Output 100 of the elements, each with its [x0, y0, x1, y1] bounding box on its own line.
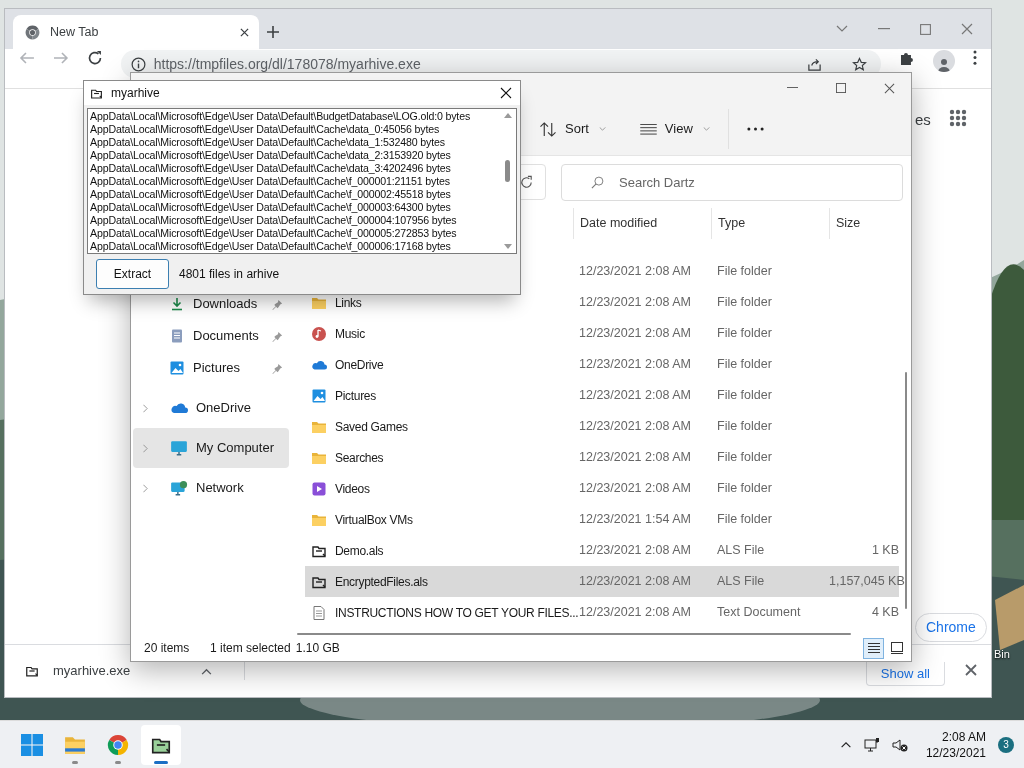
more-icon	[746, 127, 764, 131]
nav-item[interactable]: Pictures	[133, 352, 289, 384]
file-name: INSTRUCTIONS HOW TO GET YOUR FILES...	[335, 604, 579, 622]
file-row[interactable]: Music 12/23/2021 2:08 AM File folder	[305, 318, 899, 349]
file-name: Searches	[335, 449, 384, 467]
type-cell-text: File folder	[716, 263, 773, 281]
search-field[interactable]: Search Dartz	[561, 163, 903, 201]
nav-item[interactable]: My Computer	[133, 428, 289, 468]
network-icon	[170, 479, 188, 497]
star-icon	[852, 56, 868, 72]
nav-item[interactable]: Documents	[133, 320, 289, 352]
chrome-logo-icon	[25, 24, 40, 40]
type-cell-text: File folder	[716, 356, 773, 374]
close-icon	[240, 27, 249, 37]
clock-time[interactable]: 2:08 AM	[941, 728, 986, 745]
picture-icon	[169, 360, 185, 376]
minimize-icon	[787, 87, 798, 89]
video-icon	[311, 480, 327, 497]
monitor-icon	[170, 439, 188, 457]
file-name: OneDrive	[335, 356, 384, 374]
file-row[interactable]: OneDrive 12/23/2021 2:08 AM File folder	[305, 349, 899, 380]
refresh-icon	[518, 174, 534, 190]
picture-icon	[311, 387, 327, 404]
list-item[interactable]: AppData\Local\Microsoft\Edge\User Data\Default\Cache\data_3:4202496 bytes	[90, 162, 499, 175]
toolbar-button[interactable]: View	[631, 112, 718, 146]
list-item[interactable]: AppData\Local\Microsoft\Edge\User Data\Default\Cache\f_000003:64300 bytes	[90, 201, 499, 214]
reload-icon	[86, 50, 103, 66]
toolbar-button[interactable]: Sort	[531, 112, 614, 146]
page-text: es	[915, 110, 931, 130]
list-item[interactable]: AppData\Local\Microsoft\Edge\User Data\Default\Cache\f_000006:17168 bytes	[90, 240, 499, 253]
chevron-down-icon	[598, 127, 606, 131]
nav-item[interactable]: Network	[133, 468, 289, 508]
desktop-icon-label[interactable]: Bin	[994, 646, 1010, 663]
details-view-icon	[867, 643, 880, 653]
column-header[interactable]: Size	[829, 208, 899, 239]
file-name: VirtualBox VMs	[335, 511, 413, 529]
type-cell-text: File folder	[716, 511, 773, 529]
file-row[interactable]: Links 12/23/2021 2:08 AM File folder	[305, 287, 899, 318]
date-cell-text: 12/23/2021 2:08 AM	[578, 449, 692, 467]
apps-grid-icon	[949, 109, 967, 127]
list-item[interactable]: AppData\Local\Microsoft\Edge\User Data\Default\Cache\data_2:3153920 bytes	[90, 149, 499, 162]
tiles-view-icon	[890, 642, 903, 654]
nav-item[interactable]: OneDrive	[133, 388, 289, 428]
forward-icon	[52, 50, 69, 66]
show-all-button[interactable]: Show all	[865, 662, 945, 686]
close-icon	[884, 82, 895, 94]
date-cell-text: 12/23/2021 2:08 AM	[578, 263, 692, 281]
list-item[interactable]: AppData\Local\Microsoft\Edge\User Data\Default\Cache\f_000005:272853 bytes	[90, 227, 499, 240]
type-cell-text: Text Document	[716, 604, 802, 622]
chevron-down-icon	[702, 127, 710, 131]
date-cell-text: 12/23/2021 2:08 AM	[578, 325, 692, 343]
file-row[interactable]: Videos 12/23/2021 2:08 AM File folder	[305, 473, 899, 504]
size-cell: 1 KB	[871, 543, 899, 558]
file-listbox[interactable]	[87, 108, 517, 254]
windows-logo-icon	[21, 733, 43, 756]
size-cell: 4 KB	[871, 605, 899, 620]
share-icon	[807, 56, 823, 72]
file-name: Links	[335, 294, 362, 312]
date-cell-text: 12/23/2021 2:08 AM	[578, 480, 692, 498]
column-header[interactable]: Type	[711, 208, 829, 239]
extract-button[interactable]: Extract	[96, 259, 169, 289]
type-cell-text: File folder	[716, 294, 773, 312]
close-icon	[961, 23, 973, 35]
chrome-logo-icon	[107, 733, 129, 756]
list-item[interactable]: AppData\Local\Microsoft\Edge\User Data\Default\Cache\f_000001:21151 bytes	[90, 175, 499, 188]
file-row[interactable]: Demo.als 12/23/2021 2:08 AM ALS File 1 KB	[305, 535, 899, 566]
view-mode-button[interactable]	[863, 637, 884, 659]
chevron-up-icon	[839, 741, 852, 748]
list-item[interactable]: AppData\Local\Microsoft\Edge\User Data\Default\Cache\data_1:532480 bytes	[90, 136, 499, 149]
file-row[interactable]: INSTRUCTIONS HOW TO GET YOUR FILES...12/23/2021 2:08 AM Text Document 4 KB	[305, 597, 899, 628]
date-cell-text: 12/23/2021 2:08 AM	[578, 573, 692, 591]
taskbar-button[interactable]	[141, 724, 181, 765]
date-cell-text: 12/23/2021 2:08 AM	[578, 418, 692, 436]
file-row[interactable]: VirtualBox VMs 12/23/2021 1:54 AM File folder	[305, 504, 899, 535]
browser-tab[interactable]: New Tab	[13, 15, 259, 49]
scroll-down-icon	[503, 244, 512, 249]
scroll-thumb[interactable]	[505, 160, 510, 182]
document-icon	[311, 604, 327, 621]
profile-avatar[interactable]	[933, 50, 955, 72]
item-count: 20 items	[144, 640, 191, 657]
list-item[interactable]: AppData\Local\Microsoft\Edge\User Data\Default\Cache\f_000002:45518 bytes	[90, 188, 499, 201]
file-name: EncryptedFiles.als	[335, 573, 428, 591]
notification-badge[interactable]: 3	[998, 736, 1014, 753]
file-row[interactable]: Pictures 12/23/2021 2:08 AM File folder	[305, 380, 899, 411]
clock-date[interactable]: 12/23/2021	[925, 744, 986, 761]
page-link[interactable]: Chrome	[915, 613, 987, 642]
type-cell-text: File folder	[716, 480, 773, 498]
list-item[interactable]: AppData\Local\Microsoft\Edge\User Data\Default\BudgetDatabase\LOG.old:0 bytes	[90, 110, 499, 123]
column-header[interactable]: Date modified	[573, 208, 711, 239]
close-icon	[965, 664, 977, 676]
list-item[interactable]: AppData\Local\Microsoft\Edge\User Data\Default\Cache\f_000004:107956 bytes	[90, 214, 499, 227]
selection-status: 1 item selected	[210, 640, 291, 657]
date-cell-text: 12/23/2021 1:54 AM	[578, 511, 692, 529]
list-item[interactable]: AppData\Local\Microsoft\Edge\User Data\Default\Cache\data_0:45056 bytes	[90, 123, 499, 136]
type-cell-text: File folder	[716, 418, 773, 436]
menu-icon	[973, 50, 977, 65]
file-row[interactable]: Saved Games 12/23/2021 2:08 AM File folder	[305, 411, 899, 442]
chevron-right-icon	[143, 403, 148, 413]
file-row[interactable]: Searches 12/23/2021 2:08 AM File folder	[305, 442, 899, 473]
chevron-right-icon	[143, 483, 148, 493]
